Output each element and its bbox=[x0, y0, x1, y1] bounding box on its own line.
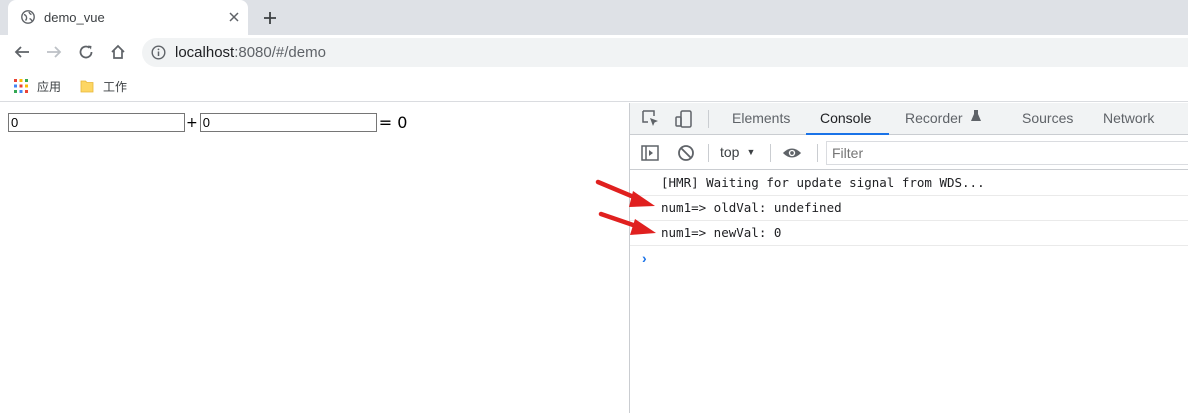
eye-icon[interactable] bbox=[782, 143, 802, 163]
url-text: localhost:8080/#/demo bbox=[175, 44, 326, 61]
sidebar-toggle-icon[interactable] bbox=[640, 143, 660, 163]
close-tab-icon[interactable] bbox=[226, 9, 242, 25]
devtools-tabbar: Elements Console Recorder Sources Networ… bbox=[630, 103, 1188, 135]
console-prompt-icon[interactable]: › bbox=[642, 250, 647, 266]
browser-toolbar: localhost:8080/#/demo bbox=[0, 35, 1188, 69]
tab-strip: demo_vue bbox=[0, 0, 1188, 35]
console-toolbar: top ▼ bbox=[630, 136, 1188, 170]
url-host: localhost bbox=[175, 44, 235, 61]
toolbar-divider bbox=[817, 144, 818, 162]
inspect-element-icon[interactable] bbox=[641, 109, 661, 129]
tab-network[interactable]: Network bbox=[1101, 103, 1156, 135]
address-bar[interactable]: localhost:8080/#/demo bbox=[142, 38, 1188, 67]
tab-recorder[interactable]: Recorder bbox=[903, 103, 983, 135]
back-arrow-icon[interactable] bbox=[11, 41, 33, 63]
device-toolbar-icon[interactable] bbox=[674, 109, 694, 129]
console-filter-input[interactable] bbox=[826, 141, 1188, 165]
toolbar-divider bbox=[708, 144, 709, 162]
toolbar-divider bbox=[770, 144, 771, 162]
plus-sign: + bbox=[186, 114, 198, 131]
flask-icon bbox=[971, 102, 982, 133]
tab-title: demo_vue bbox=[44, 10, 105, 25]
console-message: num1=> newVal: 0 bbox=[630, 221, 1188, 246]
console-message: num1=> oldVal: undefined bbox=[630, 196, 1188, 221]
bookmark-folder-work[interactable]: 工作 bbox=[80, 77, 127, 95]
toolbar-divider bbox=[708, 110, 709, 128]
tab-console[interactable]: Console bbox=[806, 103, 889, 135]
dropdown-caret-icon: ▼ bbox=[746, 147, 756, 157]
clear-console-icon[interactable] bbox=[676, 143, 696, 163]
bookmark-label: 应用 bbox=[37, 79, 62, 94]
globe-icon bbox=[21, 10, 35, 24]
page-content: + = 0 bbox=[0, 103, 629, 413]
num2-input[interactable] bbox=[199, 113, 377, 132]
sum-result: = 0 bbox=[378, 113, 408, 132]
bookmark-label: 工作 bbox=[103, 79, 128, 94]
url-path: :8080/#/demo bbox=[234, 44, 326, 61]
apps-grid-icon bbox=[14, 79, 28, 93]
devtools-panel: Elements Console Recorder Sources Networ… bbox=[629, 103, 1188, 413]
home-icon[interactable] bbox=[107, 41, 129, 63]
forward-arrow-icon[interactable] bbox=[43, 41, 65, 63]
bookmarks-bar: 应用 工作 bbox=[0, 69, 1188, 102]
tab-elements[interactable]: Elements bbox=[730, 103, 792, 135]
new-tab-icon[interactable] bbox=[260, 8, 280, 28]
bookmark-apps[interactable]: 应用 bbox=[14, 77, 61, 95]
console-message: [HMR] Waiting for update signal from WDS… bbox=[630, 171, 1188, 196]
folder-icon bbox=[80, 79, 94, 93]
context-label: top bbox=[720, 144, 740, 160]
sum-calculator: + = 0 bbox=[8, 113, 407, 132]
tab-sources[interactable]: Sources bbox=[1020, 103, 1075, 135]
console-output: [HMR] Waiting for update signal from WDS… bbox=[630, 171, 1188, 246]
browser-tab[interactable]: demo_vue bbox=[8, 0, 248, 35]
info-icon[interactable] bbox=[151, 45, 166, 60]
tab-recorder-label: Recorder bbox=[905, 110, 963, 126]
reload-icon[interactable] bbox=[75, 41, 97, 63]
num1-input[interactable] bbox=[8, 113, 185, 132]
context-selector[interactable]: top ▼ bbox=[720, 144, 755, 160]
